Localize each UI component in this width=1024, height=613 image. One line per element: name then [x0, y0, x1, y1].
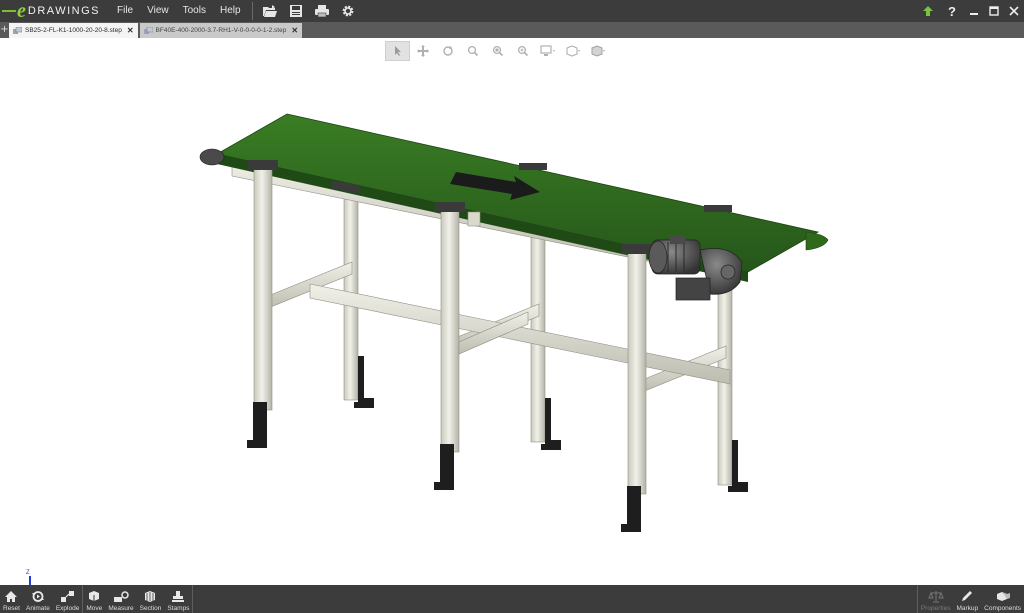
zoom-to-area-icon[interactable] — [485, 41, 510, 61]
update-arrow-icon[interactable] — [916, 0, 940, 22]
explode-button[interactable]: Explode — [53, 585, 83, 613]
stamps-label: Stamps — [167, 605, 190, 612]
move-button[interactable]: Move — [83, 585, 105, 613]
view-orientation-icon[interactable] — [560, 41, 585, 61]
shaded-box-icon[interactable] — [585, 41, 610, 61]
rotate-icon[interactable] — [435, 41, 460, 61]
components-button[interactable]: Components — [981, 585, 1024, 613]
app-logo: e DRAWINGS — [0, 0, 110, 22]
minimize-button[interactable] — [964, 0, 984, 22]
menu-bar: File View Tools Help — [110, 0, 248, 22]
tab-close-icon[interactable]: ✕ — [291, 26, 298, 35]
properties-icon — [927, 591, 944, 603]
animate-label: Animate — [25, 605, 50, 612]
components-icon — [996, 592, 1010, 601]
triad-z-label: Z — [26, 570, 30, 576]
stamps-button[interactable]: Stamps — [164, 585, 192, 613]
svg-text:?: ? — [948, 4, 956, 18]
menu-file[interactable]: File — [110, 0, 140, 22]
tab-document-2[interactable]: BF40E-400-2000-3.7-RH1-V-0-0-0-0-1-2.ste… — [139, 23, 303, 38]
markup-button[interactable]: Markup — [953, 585, 981, 613]
title-bar-right: ? — [916, 0, 1024, 22]
section-label: Section — [139, 605, 162, 612]
print-icon[interactable] — [309, 0, 335, 22]
conveyor-model[interactable] — [0, 38, 1024, 585]
zoom-icon[interactable] — [460, 41, 485, 61]
assembly-file-icon — [13, 26, 22, 34]
edrawings-window: e DRAWINGS File View Tools Help ? + SB25… — [0, 0, 1024, 613]
components-label: Components — [984, 605, 1021, 612]
measure-button[interactable]: Measure — [105, 585, 136, 613]
assembly-file-icon — [143, 26, 153, 34]
section-button[interactable]: Section — [137, 585, 165, 613]
close-button[interactable] — [1004, 0, 1024, 22]
document-tab-bar: + SB25-2-FL-K1-1000-20-20-8.step ✕ BF40E… — [0, 22, 1024, 38]
reset-button[interactable]: Reset — [0, 585, 23, 613]
logo-letter: e — [17, 0, 26, 22]
pan-icon[interactable] — [410, 41, 435, 61]
measure-label: Measure — [108, 605, 134, 612]
tab-close-icon[interactable]: ✕ — [127, 26, 134, 35]
reset-label: Reset — [3, 605, 20, 612]
settings-gear-icon[interactable] — [335, 0, 361, 22]
explode-label: Explode — [55, 605, 80, 612]
section-icon — [145, 591, 156, 602]
help-question-icon[interactable]: ? — [940, 0, 964, 22]
move-icon — [89, 591, 100, 601]
tab-label: BF40E-400-2000-3.7-RH1-V-0-0-0-0-1-2.ste… — [155, 27, 287, 34]
animate-button[interactable]: Animate — [23, 585, 53, 613]
open-file-icon[interactable] — [257, 0, 283, 22]
maximize-button[interactable] — [984, 0, 1004, 22]
properties-label: Properties — [920, 605, 951, 612]
logo-arrow-icon — [2, 10, 16, 12]
animate-icon — [31, 591, 44, 602]
tab-document-1[interactable]: SB25-2-FL-K1-1000-20-20-8.step ✕ — [9, 23, 138, 38]
menu-view[interactable]: View — [140, 0, 176, 22]
pencil-icon — [962, 591, 973, 601]
properties-button[interactable]: Properties — [918, 585, 954, 613]
home-icon — [5, 591, 18, 602]
3d-viewport[interactable]: Z X — [0, 38, 1024, 599]
view-toolbar — [385, 41, 610, 61]
new-tab-plus-icon[interactable]: + — [0, 22, 9, 38]
move-label: Move — [86, 605, 103, 612]
display-style-icon[interactable] — [535, 41, 560, 61]
explode-icon — [60, 591, 74, 602]
markup-label: Markup — [956, 605, 979, 612]
menu-tools[interactable]: Tools — [176, 0, 213, 22]
select-icon[interactable] — [385, 41, 410, 61]
bottom-separator — [192, 585, 194, 613]
zoom-to-fit-icon[interactable] — [510, 41, 535, 61]
measure-icon — [113, 591, 129, 602]
logo-text: DRAWINGS — [27, 5, 100, 17]
stamps-icon — [172, 591, 185, 602]
save-icon[interactable] — [283, 0, 309, 22]
title-bar: e DRAWINGS File View Tools Help ? — [0, 0, 1024, 22]
tab-label: SB25-2-FL-K1-1000-20-20-8.step — [25, 27, 122, 34]
toolbar-separator — [251, 2, 253, 20]
bottom-toolbar: Reset Animate Explode Move Measure Secti… — [0, 585, 1024, 613]
bottom-right-panel: Properties Markup Components — [916, 585, 1024, 613]
menu-help[interactable]: Help — [213, 0, 248, 22]
